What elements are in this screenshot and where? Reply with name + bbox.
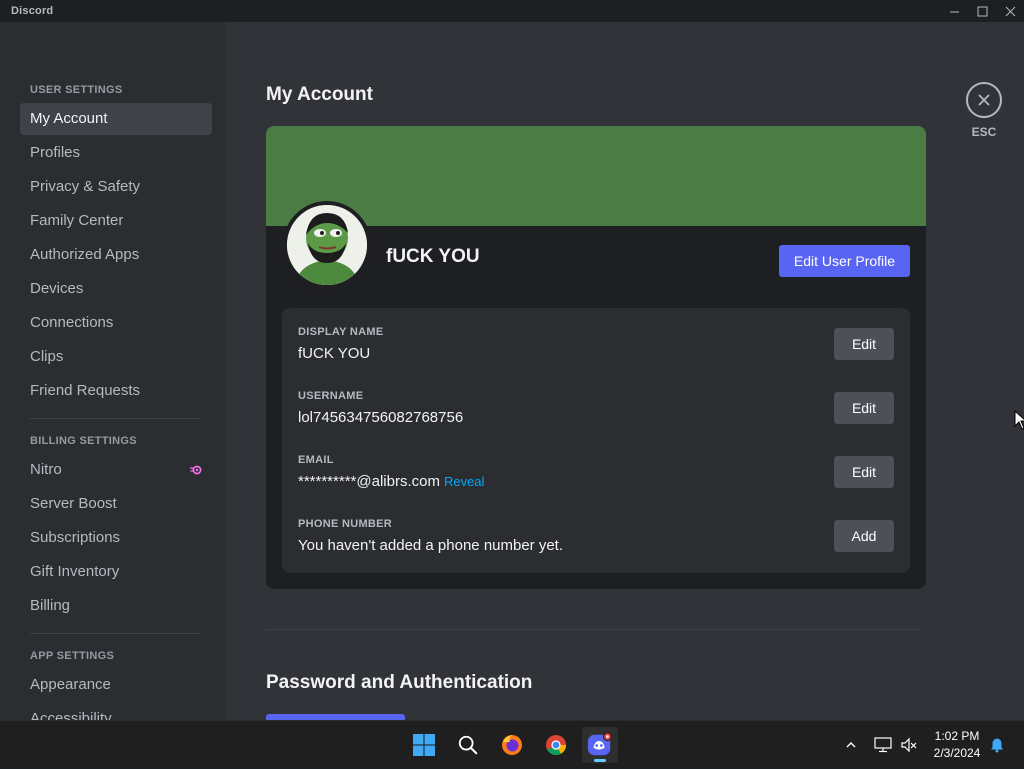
user-settings-header: USER SETTINGS — [30, 84, 123, 96]
close-window-button[interactable] — [996, 0, 1024, 22]
sidebar-item-appearance[interactable]: Appearance — [20, 669, 212, 701]
account-fields: DISPLAY NAME fUCK YOU Edit USERNAME lol7… — [282, 308, 910, 573]
section-divider — [266, 629, 922, 630]
sidebar-item-billing[interactable]: Billing — [20, 590, 212, 622]
sidebar-item-accessibility[interactable]: Accessibility — [20, 703, 212, 720]
edit-email-button[interactable]: Edit — [834, 456, 894, 488]
sidebar-item-my-account[interactable]: My Account — [20, 103, 212, 135]
sidebar-item-gift-inventory[interactable]: Gift Inventory — [20, 556, 212, 588]
volume-muted-icon — [901, 737, 917, 753]
edit-username-button[interactable]: Edit — [834, 392, 894, 424]
page-title: My Account — [266, 84, 373, 105]
field-label: PHONE NUMBER — [298, 518, 393, 530]
username-field: USERNAME lol745634756082768756 Edit — [298, 390, 894, 438]
close-settings-button[interactable] — [966, 82, 1002, 118]
search-icon — [458, 735, 478, 755]
field-value: You haven't added a phone number yet. — [298, 537, 564, 554]
volume-control[interactable] — [898, 721, 920, 769]
sidebar-item-devices[interactable]: Devices — [20, 273, 212, 305]
minimize-button[interactable] — [940, 0, 968, 22]
close-icon — [1005, 6, 1015, 16]
network-status[interactable] — [872, 721, 894, 769]
notification-center-button[interactable] — [986, 721, 1008, 769]
start-icon — [413, 734, 435, 756]
chevron-up-icon — [846, 742, 856, 748]
edit-display-name-button[interactable]: Edit — [834, 328, 894, 360]
field-value: lol745634756082768756 — [298, 409, 464, 426]
sidebar-item-clips[interactable]: Clips — [20, 341, 212, 373]
email-value: **********@alibrs.com — [298, 473, 440, 490]
reveal-email-link[interactable]: Reveal — [444, 474, 484, 489]
field-value: **********@alibrs.com Reveal — [298, 473, 484, 490]
sidebar-item-family-center[interactable]: Family Center — [20, 205, 212, 237]
minimize-icon — [949, 11, 959, 12]
chrome-icon — [546, 735, 567, 756]
sidebar-item-friend-requests[interactable]: Friend Requests — [20, 375, 212, 407]
field-label: DISPLAY NAME — [298, 326, 384, 338]
discord-icon — [587, 732, 612, 756]
taskbar-clock[interactable]: 1:02 PM 2/3/2024 — [922, 728, 992, 762]
close-settings[interactable]: ESC — [966, 82, 1002, 139]
firefox-icon — [502, 735, 522, 755]
notification-bell-icon — [991, 738, 1003, 753]
avatar-image — [287, 205, 367, 285]
sidebar-item-label: Nitro — [30, 461, 62, 478]
sidebar-item-connections[interactable]: Connections — [20, 307, 212, 339]
sidebar-item-nitro[interactable]: Nitro — [20, 454, 212, 486]
nitro-icon — [190, 465, 202, 475]
field-label: USERNAME — [298, 390, 364, 402]
phone-number-field: PHONE NUMBER You haven't added a phone n… — [298, 518, 894, 566]
taskbar-firefox[interactable] — [494, 727, 530, 763]
sidebar-item-profiles[interactable]: Profiles — [20, 137, 212, 169]
password-section-title: Password and Authentication — [266, 672, 533, 693]
display-name-field: DISPLAY NAME fUCK YOU Edit — [298, 326, 894, 374]
field-label: EMAIL — [298, 454, 334, 466]
app-settings-header: APP SETTINGS — [30, 650, 115, 662]
field-value: fUCK YOU — [298, 345, 371, 362]
avatar-pepe — [287, 205, 367, 285]
start-button[interactable] — [406, 727, 442, 763]
taskbar-search-button[interactable] — [450, 727, 486, 763]
profile-banner — [266, 126, 926, 226]
show-hidden-icons-button[interactable] — [840, 721, 862, 769]
taskbar-discord[interactable] — [582, 727, 618, 763]
taskbar: 1:02 PM 2/3/2024 — [0, 720, 1024, 768]
clock-time: 1:02 PM — [934, 729, 980, 743]
profile-display-name: fUCK YOU — [386, 246, 480, 267]
clock-date: 2/3/2024 — [933, 746, 981, 760]
active-indicator — [594, 759, 606, 762]
edit-user-profile-button[interactable]: Edit User Profile — [779, 245, 910, 277]
network-icon — [874, 737, 892, 753]
maximize-icon — [977, 6, 987, 16]
esc-label: ESC — [971, 125, 997, 139]
settings-content: My Account ESC fUCK YOU Edit User Profil… — [226, 22, 1024, 720]
sidebar-item-subscriptions[interactable]: Subscriptions — [20, 522, 212, 554]
add-phone-button[interactable]: Add — [834, 520, 894, 552]
maximize-button[interactable] — [968, 0, 996, 22]
app-title: Discord — [11, 5, 54, 17]
mouse-cursor-icon — [1014, 410, 1024, 430]
sidebar-item-server-boost[interactable]: Server Boost — [20, 488, 212, 520]
sidebar-divider — [30, 418, 200, 419]
close-icon — [978, 94, 990, 106]
taskbar-chrome[interactable] — [538, 727, 574, 763]
billing-settings-header: BILLING SETTINGS — [30, 435, 137, 447]
email-field: EMAIL **********@alibrs.com Reveal Edit — [298, 454, 894, 502]
avatar[interactable] — [283, 201, 371, 289]
account-card: fUCK YOU Edit User Profile DISPLAY NAME … — [266, 126, 926, 589]
sidebar-divider — [30, 633, 200, 634]
sidebar-item-privacy-safety[interactable]: Privacy & Safety — [20, 171, 212, 203]
window-titlebar: Discord — [0, 0, 1024, 22]
sidebar-item-authorized-apps[interactable]: Authorized Apps — [20, 239, 212, 271]
settings-sidebar: USER SETTINGS My Account Profiles Privac… — [0, 22, 226, 720]
